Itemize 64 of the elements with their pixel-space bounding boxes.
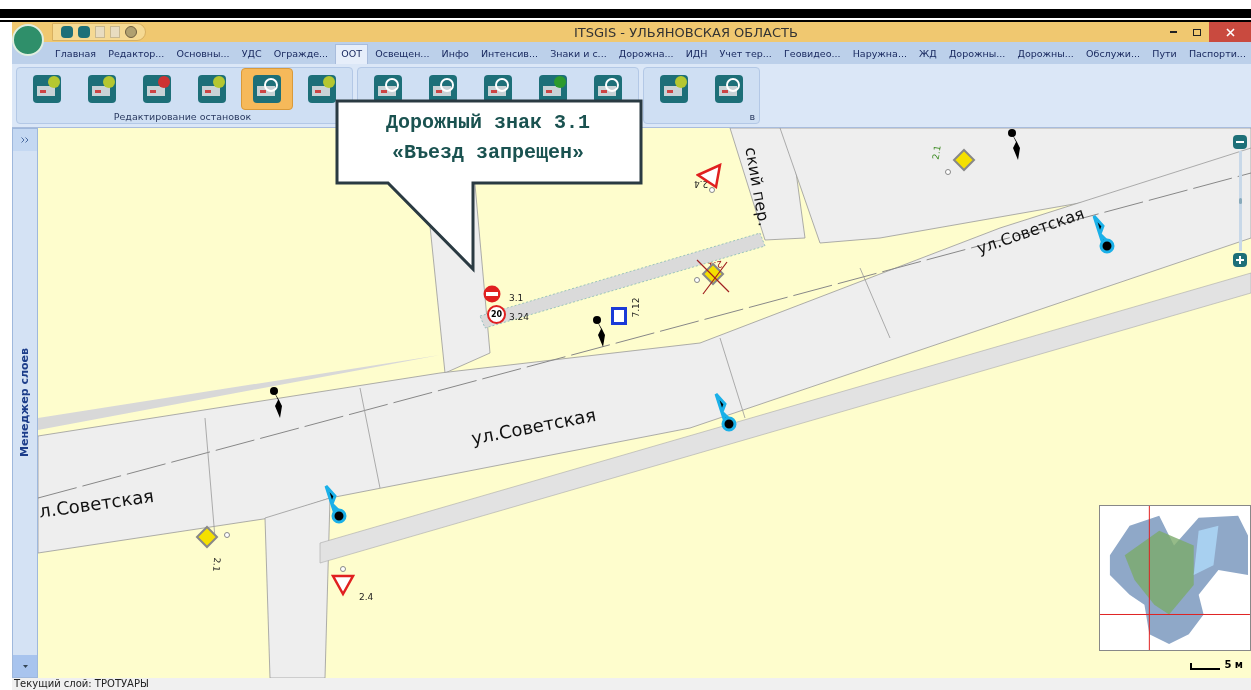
- overview-minimap[interactable]: [1099, 505, 1251, 651]
- stop-tool-icon: [32, 74, 62, 104]
- sign-code-label: 3.24: [509, 313, 530, 322]
- ribbon-tab[interactable]: Наружна...: [847, 44, 912, 64]
- zoom-slider-track[interactable]: [1238, 151, 1242, 251]
- ribbon-tab[interactable]: Интенсив...: [476, 44, 543, 64]
- stop-tool-icon: [252, 74, 282, 104]
- ribbon-tool-button[interactable]: [241, 68, 293, 110]
- callout-text: «Въезд запрещен»: [392, 140, 584, 166]
- speed-limit-sign[interactable]: 20: [487, 305, 506, 324]
- plus-icon: [1236, 256, 1244, 264]
- priority-road-sign-icon[interactable]: [944, 146, 978, 176]
- zoom-out-button[interactable]: [1233, 135, 1247, 149]
- sign-code-label: 2.1: [211, 556, 222, 573]
- ribbon-tab[interactable]: Дорожны...: [943, 44, 1011, 64]
- ribbon-group-label: Редактирование остановок: [112, 111, 253, 122]
- sign-code-label: 2.4: [359, 593, 374, 602]
- ribbon-tab[interactable]: ООТ: [335, 44, 369, 64]
- status-text: Текущий слой: ТРОТУАРЫ: [13, 679, 149, 689]
- bus-stop-marker-icon[interactable]: [322, 484, 348, 524]
- ribbon-tab[interactable]: Огражде...: [268, 44, 334, 64]
- ribbon-tab[interactable]: Знаки и с...: [545, 44, 612, 64]
- stop-tool-icon: [142, 74, 172, 104]
- ribbon-tab[interactable]: Инфо: [436, 44, 474, 64]
- ribbon-tab[interactable]: Основны...: [171, 44, 235, 64]
- stop-tool-icon: [307, 74, 337, 104]
- ribbon-tab[interactable]: Геовидео...: [779, 44, 846, 64]
- bus-stop-marker-icon[interactable]: [1090, 214, 1116, 254]
- ribbon-tab[interactable]: Освещен...: [370, 44, 435, 64]
- speed-limit-value: 20: [490, 310, 503, 319]
- ribbon-tab[interactable]: Учет тер...: [714, 44, 777, 64]
- ribbon-group-label: в: [749, 111, 755, 122]
- stop-tool-icon: [659, 74, 689, 104]
- layer-manager-title: Менеджер слоев: [16, 348, 32, 458]
- warning-triangle-icon[interactable]: [331, 566, 355, 598]
- ribbon-tab[interactable]: Дорожны...: [1012, 44, 1079, 64]
- ribbon-tab[interactable]: Дорожна...: [613, 44, 679, 64]
- sign-code-label: 2.1: [931, 144, 943, 161]
- bus-stop-marker-icon[interactable]: [712, 392, 738, 432]
- zoom-in-button[interactable]: [1233, 253, 1247, 267]
- sign-code-label: 7.12: [631, 297, 641, 318]
- warning-triangle-icon[interactable]: [696, 163, 722, 193]
- street-label: ский пер.: [742, 146, 772, 228]
- caret-icon: [22, 664, 28, 668]
- street-label: л.Советская: [38, 486, 155, 521]
- no-entry-sign-icon[interactable]: [483, 285, 501, 303]
- ribbon-tab[interactable]: Паспорти...: [1183, 44, 1251, 64]
- stop-tool-icon: [87, 74, 117, 104]
- scale-label: 5 м: [1224, 660, 1243, 670]
- ribbon-tab[interactable]: ИДН: [680, 44, 713, 64]
- ribbon-tab[interactable]: Пути: [1147, 44, 1182, 64]
- ribbon-tab[interactable]: УДС: [236, 44, 267, 64]
- close-icon: [1225, 27, 1235, 37]
- stop-tool-icon: [197, 74, 227, 104]
- ribbon-tab[interactable]: Обслужи...: [1081, 44, 1146, 64]
- zoom-slider-thumb[interactable]: [1238, 198, 1242, 204]
- stop-tool-icon: [714, 74, 744, 104]
- double-chevron-icon: [21, 137, 29, 143]
- ribbon-tab[interactable]: Главная: [50, 44, 102, 64]
- window-title: ITSGIS - УЛЬЯНОВСКАЯ ОБЛАСТЬ: [574, 25, 798, 39]
- ribbon-tab[interactable]: ЖД: [914, 44, 942, 64]
- sign-code-label: 3.1: [509, 294, 524, 303]
- ribbon-tab[interactable]: Редактор...: [103, 44, 170, 64]
- scale-bar-icon: [1190, 663, 1221, 670]
